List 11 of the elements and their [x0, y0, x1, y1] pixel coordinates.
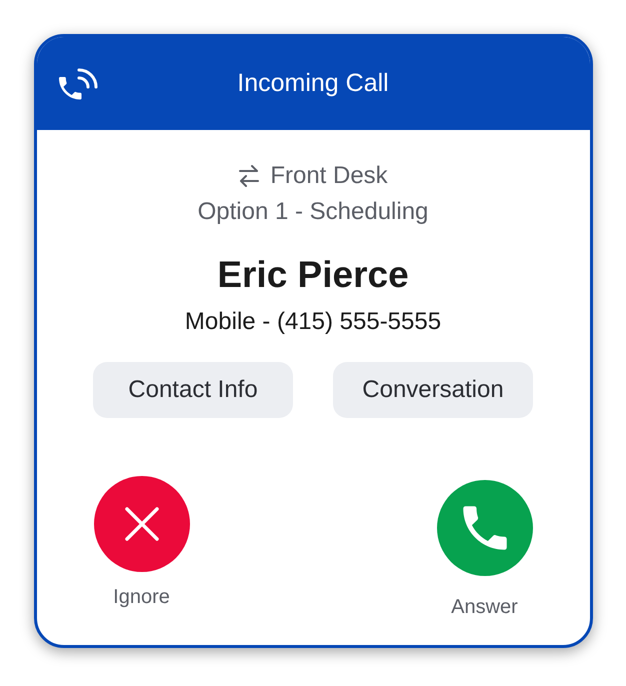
menu-option: Option 1 - Scheduling — [198, 198, 428, 226]
window-title: Incoming Call — [237, 69, 389, 98]
queue-name: Front Desk — [270, 162, 388, 190]
action-label: Answer — [451, 596, 518, 619]
link-button[interactable]: Conversation — [333, 362, 533, 418]
transfer-arrows-icon — [238, 164, 260, 188]
close-icon — [124, 506, 160, 542]
caller-name: Eric Pierce — [217, 254, 409, 296]
link-button[interactable]: Contact Info — [93, 362, 293, 418]
caller-number: Mobile - (415) 555-5555 — [184, 308, 442, 336]
action-label: Ignore — [113, 586, 170, 609]
